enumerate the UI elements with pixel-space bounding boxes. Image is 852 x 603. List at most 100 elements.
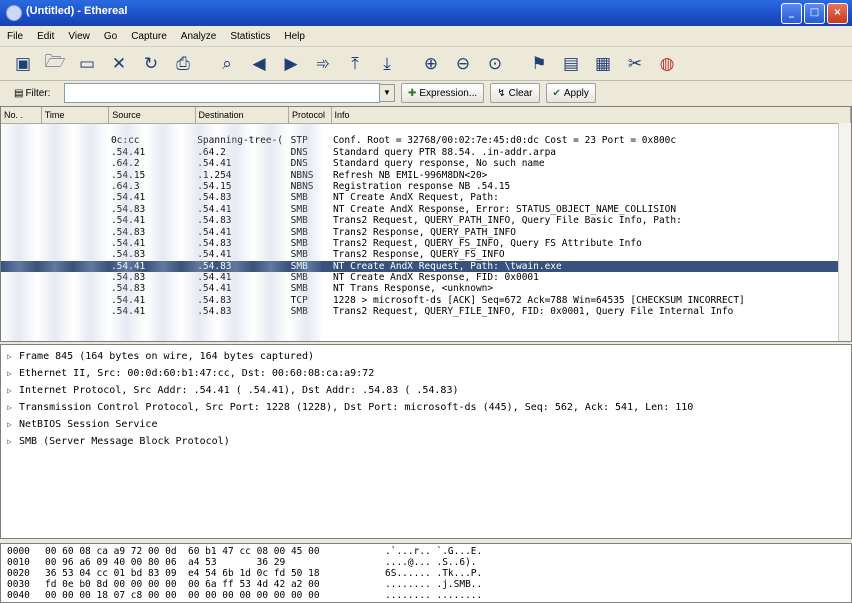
column-time[interactable]: Time xyxy=(42,107,110,123)
column-info[interactable]: Info xyxy=(332,107,851,123)
checkmark-icon: ✔ xyxy=(552,87,561,99)
menu-view[interactable]: View xyxy=(61,31,97,42)
expand-triangle-icon[interactable]: ▷ xyxy=(7,399,15,416)
hex-ascii: .`...r.. `.G...E. xyxy=(385,546,483,557)
packet-cell-info xyxy=(331,318,851,329)
zoom-out-icon[interactable]: ⊖ xyxy=(450,51,476,77)
save-icon[interactable]: ▭ xyxy=(74,51,100,77)
menu-capture[interactable]: Capture xyxy=(124,31,174,42)
packet-row[interactable]: .54.15 .1.254 NBNS Refresh NB EMIL-996M8DN<… xyxy=(1,170,851,181)
packet-cell-proto: NBNS xyxy=(290,180,314,192)
column-no[interactable]: No. . xyxy=(1,107,42,123)
expand-triangle-icon[interactable]: ▷ xyxy=(7,433,15,450)
packet-row[interactable] xyxy=(1,318,851,329)
filter-label[interactable]: ▤ Filter: xyxy=(14,88,64,99)
close-button[interactable]: × xyxy=(827,3,848,24)
capture-filters-icon[interactable]: ⚑ xyxy=(526,51,552,77)
column-protocol[interactable]: Protocol xyxy=(289,107,332,123)
packet-details-pane[interactable]: ▷ Frame 845 (164 bytes on wire, 164 bytes… xyxy=(0,344,852,539)
open-file-icon[interactable]: 🗁 xyxy=(42,51,68,77)
packet-row[interactable]: .54.41 .54.83 SMB NT Create AndX Request, P… xyxy=(1,260,851,273)
column-destination[interactable]: Destination xyxy=(196,107,290,123)
packet-cell-info xyxy=(331,124,851,135)
go-forward-icon[interactable]: ▶ xyxy=(278,51,304,77)
detail-tree-item[interactable]: ▷ Ethernet II, Src: 00:0d:60:b1:47:cc, Ds… xyxy=(7,365,845,382)
coloring-rules-icon[interactable]: ▦ xyxy=(590,51,616,77)
packet-cell-time xyxy=(42,124,109,135)
detail-tree-item[interactable]: ▷ SMB (Server Message Block Protocol) xyxy=(7,433,845,450)
packet-cell-no xyxy=(1,215,42,226)
packet-cell-src: .54.83 xyxy=(110,249,146,261)
packet-cell-info: Standard query PTR 88.54. .in-addr.arpa xyxy=(332,146,557,158)
packet-list-scrollbar[interactable] xyxy=(838,123,851,341)
clear-button[interactable]: ↯ Clear xyxy=(490,83,540,103)
packet-row[interactable]: .54.83 .54.41 SMB NT Trans Response, <unkno… xyxy=(1,283,851,294)
packet-row[interactable]: .54.41 .54.83 SMB Trans2 Request, QUERY_FS_… xyxy=(1,238,851,249)
find-packet-icon[interactable]: ⌕ xyxy=(214,51,240,77)
menu-edit[interactable]: Edit xyxy=(30,31,61,42)
packet-cell-time xyxy=(42,192,109,203)
detail-tree-item[interactable]: ▷ Frame 845 (164 bytes on wire, 164 bytes… xyxy=(7,348,845,365)
menu-file[interactable]: File xyxy=(0,31,30,42)
packet-cell-info: Registration response NB .54.15 xyxy=(332,180,511,192)
packet-cell-no xyxy=(1,158,42,169)
go-last-icon[interactable]: ⤓ xyxy=(374,51,400,77)
print-icon[interactable]: ⎙ xyxy=(170,51,196,77)
packet-row[interactable]: .54.83 .54.41 SMB Trans2 Response, QUERY_PA… xyxy=(1,227,851,238)
packet-cell-no xyxy=(1,147,42,158)
filter-input[interactable] xyxy=(64,83,380,103)
expression-button[interactable]: ✚ Expression... xyxy=(401,83,485,103)
go-first-icon[interactable]: ⤒ xyxy=(342,51,368,77)
packet-row[interactable]: .54.83 .54.41 SMB NT Create AndX Response, … xyxy=(1,204,851,215)
packet-row[interactable]: .54.41 .54.83 SMB Trans2 Request, QUERY_PAT… xyxy=(1,215,851,226)
display-filters-icon[interactable]: ▤ xyxy=(558,51,584,77)
help-icon[interactable]: ◍ xyxy=(654,51,680,77)
detail-tree-label: Ethernet II, Src: 00:0d:60:b1:47:cc, Dst… xyxy=(19,368,375,379)
menu-statistics[interactable]: Statistics xyxy=(223,31,277,42)
packet-cell-no xyxy=(1,238,42,249)
expand-triangle-icon[interactable]: ▷ xyxy=(7,365,15,382)
reload-icon[interactable]: ↻ xyxy=(138,51,164,77)
apply-button[interactable]: ✔ Apply xyxy=(545,83,596,103)
expand-triangle-icon[interactable]: ▷ xyxy=(7,416,15,433)
expand-triangle-icon[interactable]: ▷ xyxy=(7,382,15,399)
packet-cell-proto: SMB xyxy=(290,203,308,215)
packet-cell-src xyxy=(109,318,195,329)
zoom-in-icon[interactable]: ⊕ xyxy=(418,51,444,77)
packet-row[interactable]: 0c:cc Spanning-tree-(STP Conf. Root = 3276… xyxy=(1,135,851,146)
packet-cell-info: 1228 > microsoft-ds [ACK] Seq=672 Ack=78… xyxy=(332,294,745,306)
minimize-button[interactable]: _ xyxy=(781,3,802,24)
go-back-icon[interactable]: ◀ xyxy=(246,51,272,77)
packet-cell-proto: SMB xyxy=(290,237,308,249)
packet-row[interactable]: .54.41 .54.83 SMB NT Create AndX Request, P… xyxy=(1,192,851,203)
zoom-100-icon[interactable]: ⊙ xyxy=(482,51,508,77)
hex-ascii: ........ ........ xyxy=(385,590,483,601)
menu-go[interactable]: Go xyxy=(97,31,124,42)
detail-tree-item[interactable]: ▷ Transmission Control Protocol, Src Port… xyxy=(7,399,845,416)
packet-bytes-pane[interactable]: 0000 00 60 08 ca a9 72 00 0d 60 b1 47 cc … xyxy=(0,543,852,603)
expand-triangle-icon[interactable]: ▷ xyxy=(7,348,15,365)
interface-list-icon[interactable]: ▣ xyxy=(10,51,36,77)
packet-row[interactable] xyxy=(1,124,851,135)
menu-help[interactable]: Help xyxy=(277,31,312,42)
packet-row[interactable]: .54.41 .54.83 TCP 1228 > microsoft-ds [ACK]… xyxy=(1,295,851,306)
go-to-packet-icon[interactable]: ➾ xyxy=(310,51,336,77)
packet-row[interactable]: .54.83 .54.41 SMB NT Create AndX Response, … xyxy=(1,272,851,283)
hex-row: 0000 00 60 08 ca a9 72 00 0d 60 b1 47 cc … xyxy=(7,546,845,557)
packet-row[interactable]: .54.41 .54.83 SMB Trans2 Request, QUERY_FIL… xyxy=(1,306,851,317)
packet-row[interactable]: .64.3 .54.15 NBNS Registration response NB … xyxy=(1,181,851,192)
preferences-icon[interactable]: ✂ xyxy=(622,51,648,77)
packet-list-pane[interactable]: No. . Time Source Destination Protocol I… xyxy=(0,106,852,342)
packet-row[interactable]: .64.2 .54.41 DNS Standard query response, N… xyxy=(1,158,851,169)
packet-cell-dst: .1.254 xyxy=(197,169,232,181)
column-source[interactable]: Source xyxy=(109,107,196,123)
detail-tree-item[interactable]: ▷ NetBIOS Session Service xyxy=(7,416,845,433)
menu-analyze[interactable]: Analyze xyxy=(174,31,224,42)
packet-row[interactable]: .54.41 .64.2 DNS Standard query PTR 88.54. … xyxy=(1,147,851,158)
close-file-icon[interactable]: ✕ xyxy=(106,51,132,77)
filter-dropdown[interactable]: ▼ xyxy=(380,84,395,102)
packet-cell-src: .54.41 xyxy=(110,294,146,306)
packet-row[interactable]: .54.83 .54.41 SMB Trans2 Response, QUERY_FS… xyxy=(1,249,851,260)
detail-tree-item[interactable]: ▷ Internet Protocol, Src Addr: .54.41 ( .… xyxy=(7,382,845,399)
maximize-button[interactable]: □ xyxy=(804,3,825,24)
